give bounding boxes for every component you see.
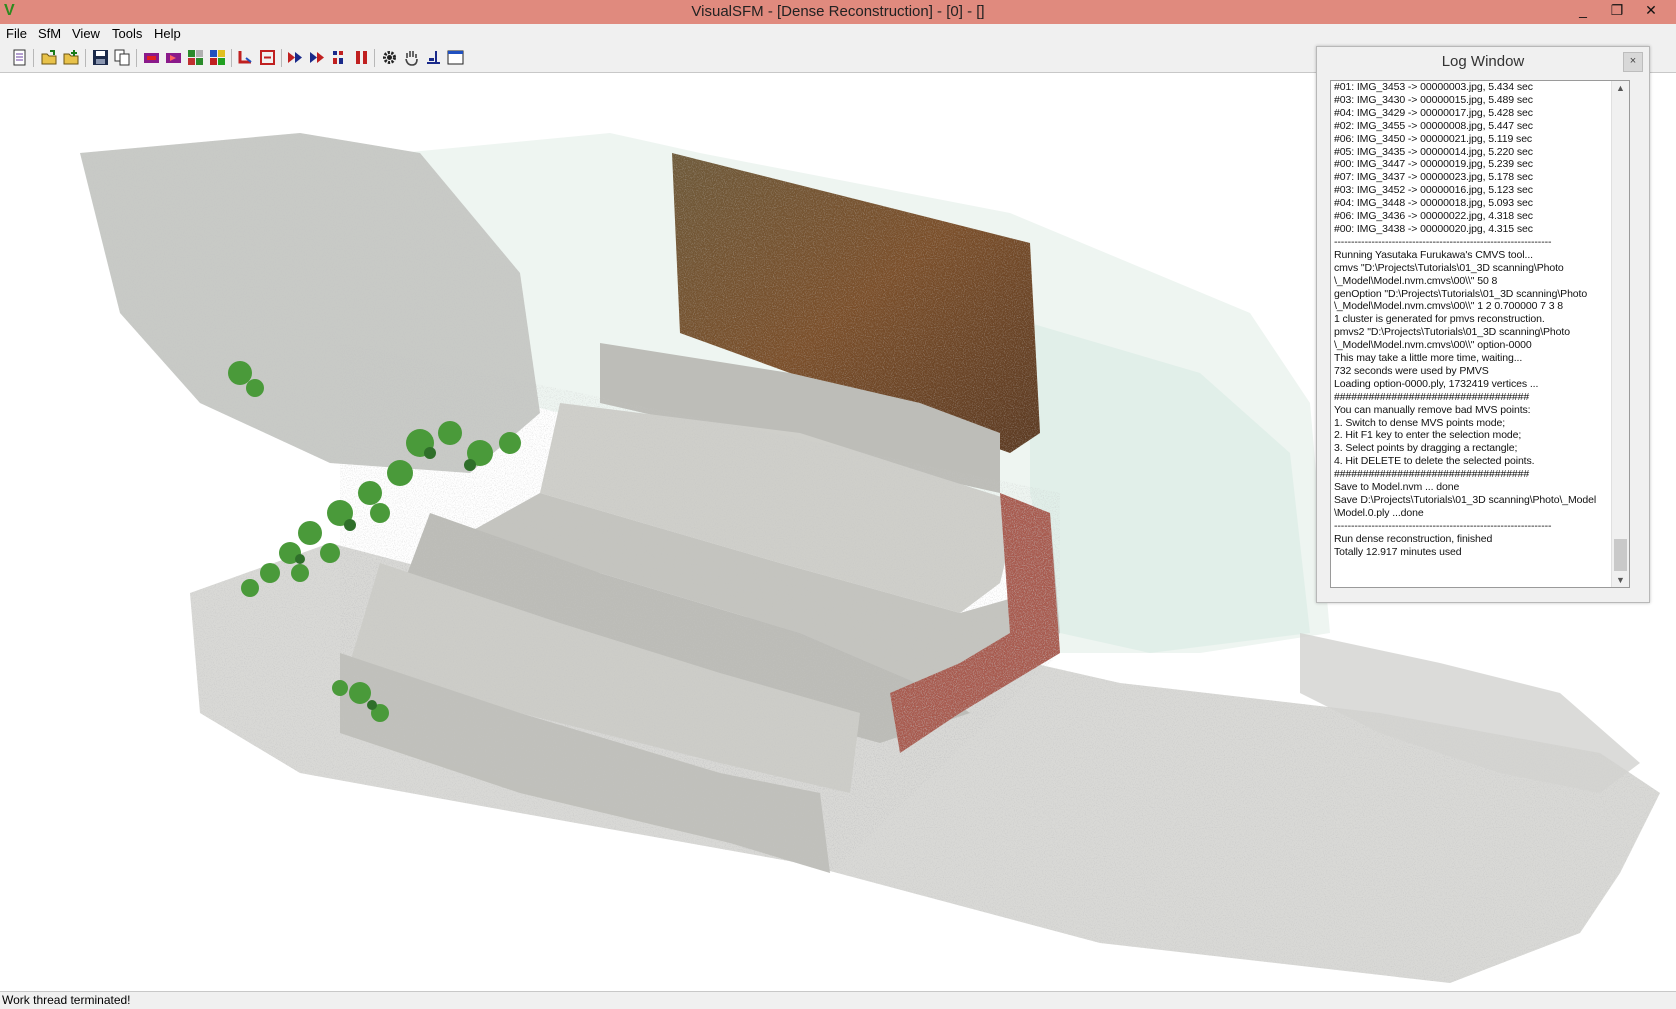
copy-icon[interactable]: [114, 49, 131, 66]
toolbar-separator: [136, 49, 137, 67]
log-line: ##################################: [1334, 468, 1530, 481]
remove-cameras-icon[interactable]: [259, 49, 276, 66]
log-lines: #01: IMG_3453 -> 00000003.jpg, 5.434 sec…: [1334, 81, 1609, 559]
save-icon[interactable]: [92, 49, 109, 66]
menu-tools[interactable]: Tools: [112, 26, 142, 41]
log-line: #06: IMG_3450 -> 00000021.jpg, 5.119 sec: [1334, 132, 1533, 145]
log-line: #03: IMG_3452 -> 00000016.jpg, 5.123 sec: [1334, 184, 1533, 197]
log-line: #01: IMG_3453 -> 00000003.jpg, 5.434 sec: [1334, 81, 1533, 93]
log-line: #05: IMG_3435 -> 00000014.jpg, 5.220 sec: [1334, 145, 1533, 158]
scroll-down-arrow-icon[interactable]: ▼: [1612, 575, 1629, 585]
open-model-icon[interactable]: [63, 49, 80, 66]
log-line: ----------------------------------------…: [1334, 235, 1552, 248]
pause-icon[interactable]: [353, 49, 370, 66]
log-line: #04: IMG_3448 -> 00000018.jpg, 5.093 sec: [1334, 197, 1533, 210]
log-line: #03: IMG_3430 -> 00000015.jpg, 5.489 sec: [1334, 93, 1533, 106]
toolbar-separator: [374, 49, 375, 67]
run-dense-icon[interactable]: [309, 49, 326, 66]
log-line: ----------------------------------------…: [1334, 519, 1552, 532]
open-images-icon[interactable]: [41, 49, 58, 66]
mode-icon[interactable]: [425, 49, 442, 66]
log-line: #02: IMG_3455 -> 00000008.jpg, 5.447 sec: [1334, 119, 1533, 132]
log-line: Totally 12.917 minutes used: [1334, 545, 1462, 558]
log-line: \_Model\Model.nvm.cmvs\00\\" 1 2 0.70000…: [1334, 300, 1563, 313]
log-line: \Model.0.ply ...done: [1334, 506, 1424, 519]
log-line: cmvs "D:\Projects\Tutorials\01_3D scanni…: [1334, 261, 1564, 274]
log-line: Run dense reconstruction, finished: [1334, 532, 1493, 545]
log-line: ##################################: [1334, 390, 1530, 403]
log-line: You can manually remove bad MVS points:: [1334, 403, 1531, 416]
menu-file[interactable]: File: [6, 26, 27, 41]
log-line: 1 cluster is generated for pmvs reconstr…: [1334, 313, 1545, 326]
log-line: Loading option-0000.ply, 1732419 vertice…: [1334, 377, 1539, 390]
log-line: Save to Model.nvm ... done: [1334, 481, 1460, 494]
log-line: #00: IMG_3438 -> 00000020.jpg, 4.315 sec: [1334, 222, 1533, 235]
log-window[interactable]: Log Window × #01: IMG_3453 -> 00000003.j…: [1316, 46, 1650, 603]
log-line: #06: IMG_3436 -> 00000022.jpg, 4.318 sec: [1334, 210, 1533, 223]
restore-button[interactable]: ❐: [1600, 0, 1634, 22]
settings-gear-icon[interactable]: [381, 49, 398, 66]
log-line: genOption "D:\Projects\Tutorials\01_3D s…: [1334, 287, 1588, 300]
log-line: 4. Hit DELETE to delete the selected poi…: [1334, 455, 1535, 468]
menu-bar: File SfM View Tools Help: [0, 24, 1676, 44]
log-line: 1. Switch to dense MVS points mode;: [1334, 416, 1506, 429]
close-window-button[interactable]: ✕: [1634, 0, 1668, 22]
log-line: #04: IMG_3429 -> 00000017.jpg, 5.428 sec: [1334, 106, 1533, 119]
toolbar-separator: [281, 49, 282, 67]
log-text-area[interactable]: #01: IMG_3453 -> 00000003.jpg, 5.434 sec…: [1330, 80, 1630, 588]
pairwise-match-icon[interactable]: [143, 49, 160, 66]
menu-sfm[interactable]: SfM: [38, 26, 61, 41]
show-matches-icon[interactable]: [187, 49, 204, 66]
log-line: \_Model\Model.nvm.cmvs\00\\" 50 8: [1334, 274, 1498, 287]
log-window-title: Log Window: [1441, 53, 1525, 70]
minimize-button[interactable]: _: [1566, 0, 1600, 22]
log-line: Running Yasutaka Furukawa's CMVS tool...: [1334, 248, 1533, 261]
log-line: pmvs2 "D:\Projects\Tutorials\01_3D scann…: [1334, 326, 1570, 339]
log-window-icon[interactable]: [11, 49, 28, 66]
title-bar: V VisualSFM - [Dense Reconstruction] - […: [0, 0, 1676, 24]
thumbnail-view-icon[interactable]: [209, 49, 226, 66]
log-line: 732 seconds were used by PMVS: [1334, 364, 1489, 377]
log-line: 3. Select points by dragging a rectangle…: [1334, 442, 1518, 455]
step-icon[interactable]: [331, 49, 348, 66]
log-line: \_Model\Model.nvm.cmvs\00\\" option-0000: [1334, 339, 1532, 352]
toolbar-separator: [231, 49, 232, 67]
pan-hand-icon[interactable]: [403, 49, 420, 66]
status-text: Work thread terminated!: [2, 993, 131, 1007]
toolbar-separator: [33, 49, 34, 67]
log-line: 2. Hit F1 key to enter the selection mod…: [1334, 429, 1522, 442]
compute-missing-match-icon[interactable]: [165, 49, 182, 66]
toolbar-separator: [85, 49, 86, 67]
menu-help[interactable]: Help: [154, 26, 181, 41]
log-line: Save D:\Projects\Tutorials\01_3D scannin…: [1334, 494, 1597, 506]
status-bar: Work thread terminated!: [0, 991, 1676, 1009]
scroll-thumb[interactable]: [1614, 539, 1627, 571]
log-line: #00: IMG_3447 -> 00000019.jpg, 5.239 sec: [1334, 158, 1533, 171]
log-line: This may take a little more time, waitin…: [1334, 352, 1523, 365]
window-title: VisualSFM - [Dense Reconstruction] - [0]…: [691, 3, 985, 20]
menu-view[interactable]: View: [72, 26, 100, 41]
log-window-close-button[interactable]: ×: [1623, 52, 1643, 72]
reconstruct-icon[interactable]: [237, 49, 254, 66]
scroll-up-arrow-icon[interactable]: ▲: [1612, 83, 1629, 93]
log-scrollbar[interactable]: ▲ ▼: [1611, 81, 1629, 587]
log-line: #07: IMG_3437 -> 00000023.jpg, 5.178 sec: [1334, 171, 1533, 184]
window-icon[interactable]: [447, 49, 464, 66]
run-sfm-icon[interactable]: [287, 49, 304, 66]
